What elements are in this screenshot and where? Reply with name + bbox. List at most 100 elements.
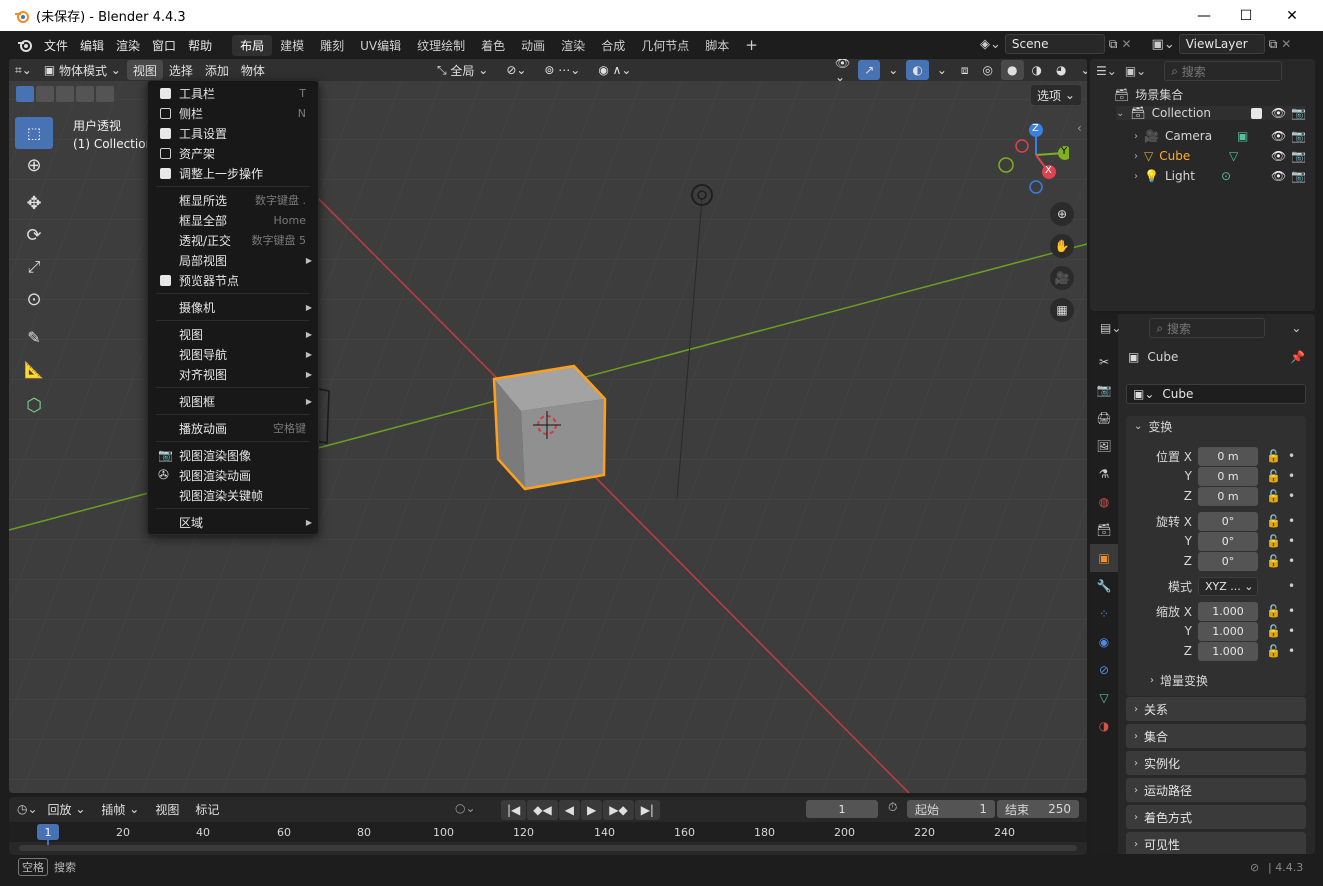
menu-item-view-regions[interactable]: 视图框 ▶ — [148, 391, 318, 411]
keyframe-dot-icon[interactable]: • — [1288, 489, 1295, 503]
menu-item-viewport-render-animation[interactable]: ✇ 视图渲染动画 — [148, 465, 318, 485]
physics-tab-icon[interactable]: ◉ — [1090, 628, 1118, 656]
wireframe-shading-icon[interactable]: ◎ — [977, 60, 999, 80]
render-camera-icon[interactable]: 📷 — [1291, 169, 1306, 183]
add-workspace-button[interactable]: + — [737, 34, 766, 56]
outliner-item-light[interactable]: › 💡 Light ⊙ 👁 📷 — [1134, 166, 1306, 186]
keyframe-dot-icon[interactable]: • — [1288, 554, 1295, 568]
proportional-edit-icon[interactable]: ◉ ∧⌄ — [592, 60, 637, 80]
remove-scene-icon[interactable]: ✕ — [1121, 37, 1131, 51]
scale-tool[interactable]: ⤢ — [15, 251, 53, 283]
solid-shading-icon[interactable]: ● — [1001, 60, 1024, 80]
props-editor-type-icon[interactable]: ▤⌄ — [1100, 321, 1121, 335]
close-button[interactable]: ✕ — [1269, 0, 1315, 31]
maximize-button[interactable]: ☐ — [1223, 0, 1269, 31]
motion-paths-panel[interactable]: › 运动路径 — [1126, 778, 1306, 802]
delta-transform-subpanel[interactable]: › 增量变换 — [1150, 672, 1208, 689]
shading-dropdown-icon[interactable]: ⌄ — [1074, 60, 1087, 80]
navigation-gizmo[interactable]: Z Y X — [994, 119, 1072, 199]
outliner-editor-type-icon[interactable]: ☰⌄ — [1096, 64, 1117, 78]
instancing-panel[interactable]: › 实例化 — [1126, 751, 1306, 775]
outliner-item-cube[interactable]: › ▽ Cube ▽ 👁 📷 — [1134, 146, 1306, 166]
shading-panel[interactable]: › 着色方式 — [1126, 805, 1306, 829]
menu-window[interactable]: 窗口 — [146, 37, 182, 54]
visibility-eye-icon[interactable]: 👁 — [1271, 149, 1286, 163]
move-tool[interactable]: ✥ — [15, 187, 53, 219]
scene-selector-icon[interactable]: ◈⌄ — [980, 37, 1001, 52]
lock-icon[interactable]: 🔓 — [1266, 449, 1281, 463]
lock-icon[interactable]: 🔓 — [1266, 514, 1281, 528]
expand-icon[interactable]: › — [1134, 704, 1138, 715]
tool-tab-icon[interactable]: ✂ — [1090, 348, 1118, 376]
menu-item-viewer-node[interactable]: 预览器节点 — [148, 270, 318, 290]
menu-item-cameras[interactable]: 摄像机 ▶ — [148, 297, 318, 317]
checkbox-checked-icon[interactable] — [160, 274, 171, 286]
menu-item-viewpoint[interactable]: 视图 ▶ — [148, 324, 318, 344]
menu-item-align-view[interactable]: 对齐视图 ▶ — [148, 364, 318, 384]
playhead[interactable]: 1 — [37, 824, 59, 840]
keyframe-dot-icon[interactable]: • — [1288, 644, 1295, 658]
expand-icon[interactable]: › — [1134, 812, 1138, 823]
frame-end-field[interactable]: 结束 250 — [997, 800, 1079, 818]
scale-y-field[interactable]: 1.000 — [1198, 621, 1258, 641]
checkbox-unchecked-icon[interactable] — [160, 147, 171, 159]
expand-icon[interactable]: › — [1134, 758, 1138, 769]
light-data-icon[interactable]: ⊙ — [1221, 169, 1231, 183]
visibility-panel[interactable]: › 可见性 — [1126, 832, 1306, 854]
checkbox-checked-icon[interactable] — [160, 167, 171, 179]
data-tab-icon[interactable]: ▽ — [1090, 684, 1118, 712]
rotation-x-field[interactable]: 0° — [1198, 511, 1258, 531]
lock-icon[interactable]: 🔓 — [1266, 604, 1281, 618]
keyframe-dot-icon[interactable]: • — [1288, 624, 1295, 638]
timeline-scrollbar[interactable] — [19, 845, 1077, 851]
current-frame-field[interactable]: 1 — [806, 800, 878, 818]
lock-icon[interactable]: 🔓 — [1266, 489, 1281, 503]
expand-icon[interactable]: › — [1150, 675, 1154, 686]
modifier-tab-icon[interactable]: 🔧 — [1090, 572, 1118, 600]
menu-item-frame-all[interactable]: 框显全部 Home — [148, 210, 318, 230]
exclude-checkbox[interactable] — [1251, 107, 1262, 119]
tab-sculpting[interactable]: 雕刻 — [312, 35, 352, 56]
tab-modeling[interactable]: 建模 — [272, 35, 312, 56]
tab-layout[interactable]: 布局 — [232, 34, 273, 56]
world-tab-icon[interactable]: ◍ — [1090, 488, 1118, 516]
checkbox-unchecked-icon[interactable] — [160, 107, 171, 119]
props-search-input[interactable]: ⌕ 搜索 — [1149, 318, 1266, 338]
overlay-toggle-icon[interactable]: ◐ — [906, 60, 929, 80]
new-view-layer-icon[interactable]: ⧉ — [1269, 37, 1278, 52]
select-intersect-icon[interactable] — [96, 86, 114, 102]
scene-name-field[interactable]: Scene — [1004, 34, 1105, 54]
lock-icon[interactable]: 🔓 — [1266, 624, 1281, 638]
keyframe-dot-icon[interactable]: • — [1288, 514, 1295, 528]
keyframe-dot-icon[interactable]: • — [1288, 449, 1295, 463]
tab-geometry-nodes[interactable]: 几何节点 — [633, 35, 697, 56]
annotate-tool[interactable]: ✎ — [15, 321, 53, 353]
render-camera-icon[interactable]: 📷 — [1291, 149, 1306, 163]
location-x-field[interactable]: 0 m — [1198, 446, 1258, 466]
lock-icon[interactable]: 🔓 — [1266, 554, 1281, 568]
view-layer-selector-icon[interactable]: ▣⌄ — [1152, 37, 1175, 52]
timeline-editor-type-icon[interactable]: ◷⌄ — [17, 802, 38, 816]
location-y-field[interactable]: 0 m — [1198, 466, 1258, 486]
select-new-icon[interactable] — [16, 86, 34, 102]
constraints-tab-icon[interactable]: ⊘ — [1090, 656, 1118, 684]
menu-item-adjust-last-operation[interactable]: 调整上一步操作 — [148, 163, 318, 183]
menu-help[interactable]: 帮助 — [182, 37, 218, 54]
visibility-eye-icon[interactable]: 👁 — [1271, 106, 1286, 120]
props-options-icon[interactable]: ⌄ — [1291, 321, 1301, 335]
jump-start-icon[interactable]: |◀ — [501, 800, 527, 820]
output-tab-icon[interactable]: 🖨 — [1090, 404, 1118, 432]
sidebar-toggle-icon[interactable]: ‹ — [1077, 121, 1082, 135]
expand-icon[interactable]: › — [1134, 151, 1138, 162]
transform-panel-header[interactable]: ⌄ 变换 — [1134, 418, 1172, 435]
tab-uv-editing[interactable]: UV编辑 — [352, 35, 409, 56]
view-layer-field[interactable]: ViewLayer — [1178, 34, 1265, 54]
relations-panel[interactable]: › 关系 — [1126, 697, 1306, 721]
remove-view-layer-icon[interactable]: ✕ — [1281, 37, 1291, 51]
keyframe-dot-icon[interactable]: • — [1288, 534, 1295, 548]
preview-range-icon[interactable]: ⏱ — [888, 800, 897, 815]
rotation-z-field[interactable]: 0° — [1198, 551, 1258, 571]
options-dropdown[interactable]: 选项 ⌄ — [1031, 85, 1081, 105]
jump-end-icon[interactable]: ▶| — [634, 800, 660, 820]
select-subtract-icon[interactable] — [56, 86, 74, 102]
